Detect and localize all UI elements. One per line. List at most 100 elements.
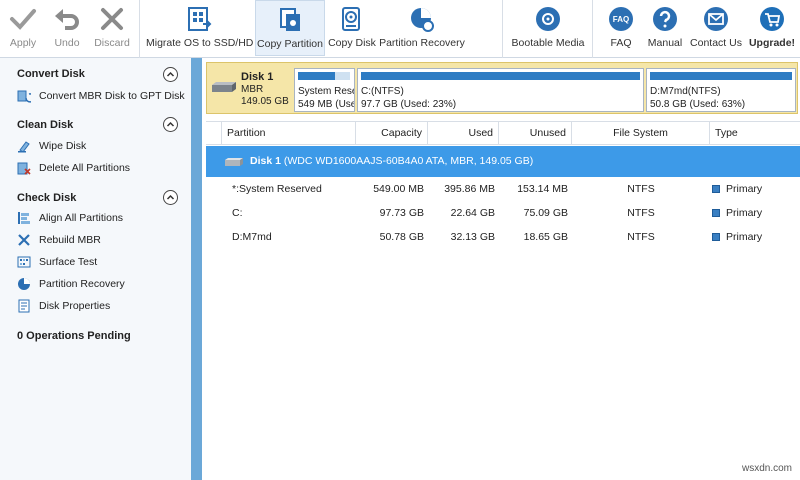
cell-unused: 75.09 GB — [523, 207, 568, 219]
sidebar-item-align-all-partitions[interactable]: Align All Partitions — [17, 210, 123, 226]
header-spacer — [206, 122, 222, 144]
sidebar-item-convert-mbr-to-gpt[interactable]: Convert MBR Disk to GPT Disk — [17, 88, 185, 104]
disk-row-name: Disk 1 — [250, 155, 281, 167]
faq-label: FAQ — [610, 37, 632, 49]
discard-button[interactable]: Discard — [90, 0, 134, 56]
column-header-capacity[interactable]: Capacity — [356, 122, 428, 144]
sidebar-item-delete-all-partitions[interactable]: Delete All Partitions — [17, 160, 130, 176]
partition-block-c[interactable]: C:(NTFS) 97.7 GB (Used: 23%) — [357, 68, 644, 112]
migrate-os-label: Migrate OS to SSD/HD — [146, 37, 254, 49]
bootable-media-button[interactable]: Bootable Media — [510, 0, 586, 56]
disk-type: MBR — [241, 84, 264, 95]
migrate-os-button[interactable]: Migrate OS to SSD/HD — [146, 0, 254, 56]
cell-file-system: NTFS — [627, 231, 655, 243]
sidebar-item-surface-test[interactable]: Surface Test — [17, 254, 97, 270]
operations-pending: 0 Operations Pending — [17, 330, 131, 342]
usage-bar-fill — [361, 72, 640, 80]
collapse-convert-disk-button[interactable] — [163, 67, 178, 82]
cell-type-label: Primary — [726, 183, 763, 195]
wipe-disk-icon — [18, 141, 30, 153]
cell-capacity: 549.00 MB — [373, 183, 424, 195]
table-row[interactable]: *:System Reserved 549.00 MB 395.86 MB 15… — [206, 178, 800, 202]
cell-used: 395.86 MB — [444, 183, 495, 195]
chevron-up-icon — [166, 194, 175, 200]
apply-button[interactable]: Apply — [2, 0, 44, 56]
upgrade-button[interactable]: Upgrade! — [746, 0, 798, 56]
usage-bar-fill — [650, 72, 792, 80]
sidebar-group-convert-disk-title: Convert Disk — [17, 68, 85, 80]
sidebar-group-clean-disk-title: Clean Disk — [17, 119, 74, 131]
copy-partition-icon — [280, 8, 300, 31]
sidebar-scrollbar[interactable] — [191, 58, 202, 480]
sidebar-item-label: Delete All Partitions — [39, 162, 131, 174]
table-row[interactable]: C: 97.73 GB 22.64 GB 75.09 GB NTFS Prima… — [206, 202, 800, 226]
windows-migrate-icon — [188, 7, 212, 31]
column-header-file-system[interactable]: File System — [572, 122, 710, 144]
cell-type-label: Primary — [726, 231, 763, 243]
column-header-type[interactable]: Type — [710, 122, 800, 144]
primary-partition-icon — [712, 209, 720, 217]
checkmark-icon — [10, 9, 36, 30]
watermark: wsxdn.com — [741, 463, 792, 474]
partition-block-info: 97.7 GB (Used: 23%) — [361, 99, 457, 110]
sidebar-item-wipe-disk[interactable]: Wipe Disk — [17, 138, 86, 154]
column-header-used[interactable]: Used — [428, 122, 499, 144]
disk-map-disk-1[interactable]: Disk 1 MBR 149.05 GB System Rese 549 MB … — [206, 62, 798, 114]
partition-block-name: D:M7md(NTFS) — [650, 86, 721, 97]
usage-bar — [650, 72, 792, 80]
cell-capacity: 97.73 GB — [379, 207, 424, 219]
sidebar: Convert Disk Convert MBR Disk to GPT Dis… — [0, 58, 191, 480]
surface-test-icon — [17, 256, 31, 268]
convert-disk-icon — [17, 90, 31, 103]
undo-label: Undo — [54, 37, 80, 49]
align-icon — [18, 212, 30, 224]
collapse-clean-disk-button[interactable] — [163, 117, 178, 132]
manual-button[interactable]: Manual — [644, 0, 686, 56]
disk-size: 149.05 GB — [241, 96, 289, 107]
chevron-up-icon — [166, 121, 175, 127]
cell-unused: 153.14 MB — [517, 183, 568, 195]
sidebar-group-check-disk-title: Check Disk — [17, 192, 77, 204]
chevron-up-icon — [166, 71, 175, 77]
hard-disk-icon — [225, 158, 243, 166]
column-header-partition[interactable]: Partition — [222, 122, 356, 144]
partition-block-d[interactable]: D:M7md(NTFS) 50.8 GB (Used: 63%) — [646, 68, 796, 112]
sidebar-item-partition-recovery[interactable]: Partition Recovery — [17, 276, 125, 292]
sidebar-item-label: Surface Test — [39, 256, 98, 268]
disk-row-disk-1[interactable]: Disk 1 (WDC WD1600AAJS-60B4A0 ATA, MBR, … — [206, 146, 800, 177]
copy-disk-button[interactable]: Copy Disk — [328, 0, 376, 56]
primary-partition-icon — [712, 185, 720, 193]
table-row[interactable]: D:M7md 50.78 GB 32.13 GB 18.65 GB NTFS P… — [206, 226, 800, 250]
contact-us-button[interactable]: Contact Us — [688, 0, 744, 56]
disk-properties-icon — [18, 299, 30, 313]
sidebar-item-disk-properties[interactable]: Disk Properties — [17, 298, 110, 314]
column-header-unused[interactable]: Unused — [499, 122, 572, 144]
undo-button[interactable]: Undo — [46, 0, 88, 56]
cell-file-system: NTFS — [627, 207, 655, 219]
faq-button[interactable]: FAQ FAQ — [604, 0, 638, 56]
toolbar-separator — [502, 0, 503, 58]
cell-unused: 18.65 GB — [523, 231, 568, 243]
apply-label: Apply — [9, 37, 37, 49]
cell-partition: D:M7md — [232, 231, 272, 243]
cell-type: Primary — [712, 231, 762, 243]
partition-recovery-button[interactable]: Partition Recovery — [379, 0, 465, 56]
sidebar-item-label: Convert MBR Disk to GPT Disk — [39, 90, 185, 102]
sidebar-item-rebuild-mbr[interactable]: Rebuild MBR — [17, 232, 101, 248]
cell-type: Primary — [712, 183, 762, 195]
cell-partition: C: — [232, 207, 243, 219]
cell-used: 32.13 GB — [450, 231, 495, 243]
sidebar-item-label: Rebuild MBR — [39, 234, 101, 246]
copy-disk-label: Copy Disk — [328, 37, 376, 49]
cell-partition: *:System Reserved — [232, 183, 322, 195]
bootable-media-icon — [536, 7, 560, 31]
undo-icon — [55, 9, 79, 30]
copy-partition-button[interactable]: Copy Partition — [255, 0, 325, 56]
partition-block-system-reserved[interactable]: System Rese 549 MB (Use — [294, 68, 355, 112]
upgrade-label: Upgrade! — [748, 37, 796, 49]
mail-icon — [704, 7, 728, 31]
collapse-check-disk-button[interactable] — [163, 190, 178, 205]
disk-name: Disk 1 — [241, 71, 274, 83]
partition-recovery-label: Partition Recovery — [379, 37, 465, 49]
close-icon — [101, 8, 123, 30]
